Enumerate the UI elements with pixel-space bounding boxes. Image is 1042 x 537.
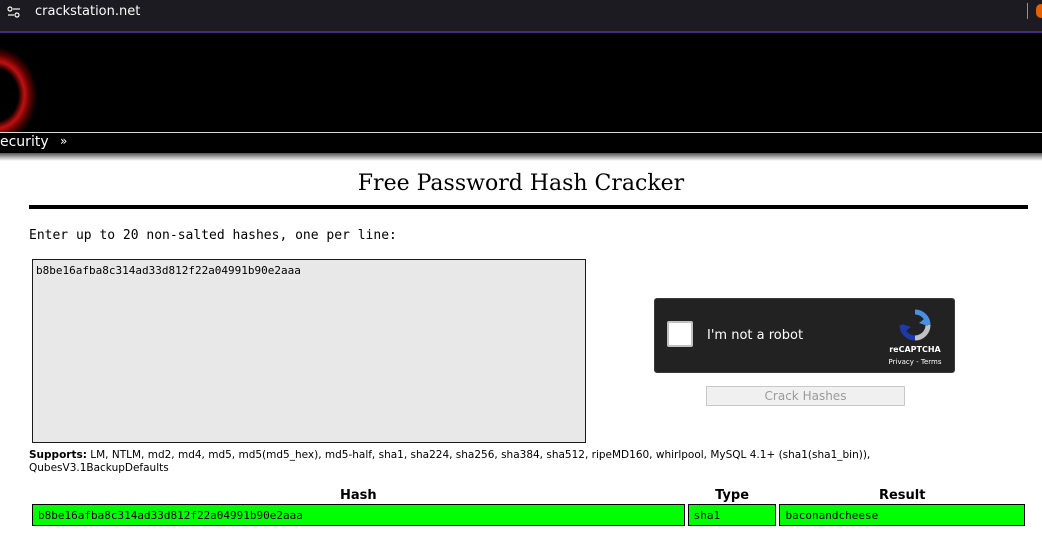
recaptcha-label: I'm not a robot xyxy=(707,328,804,343)
results-header-row: Hash Type Result xyxy=(32,488,1025,503)
instructions-text: Enter up to 20 non-salted hashes, one pe… xyxy=(29,228,397,243)
tune-icon[interactable] xyxy=(6,4,22,20)
result-cell: baconandcheese xyxy=(779,504,1025,526)
nav-item-security[interactable]: ecurity xyxy=(0,134,49,150)
nav-shadow xyxy=(0,153,1042,161)
url-text[interactable]: crackstation.net xyxy=(35,4,140,19)
supports-label: Supports: xyxy=(29,449,87,461)
recaptcha-widget: I'm not a robot reCAPTCHA Privacy - Term… xyxy=(654,298,955,373)
type-cell: sha1 xyxy=(687,504,777,526)
supported-hash-types: Supports: LM, NTLM, md2, md4, md5, md5(m… xyxy=(29,449,989,475)
page-title: Free Password Hash Cracker xyxy=(357,171,685,196)
site-banner xyxy=(0,33,1042,132)
title-divider xyxy=(29,205,1028,209)
firefox-extension-icon[interactable] xyxy=(1036,4,1042,18)
banner-graphic xyxy=(0,47,37,132)
recaptcha-brand: reCAPTCHA xyxy=(889,345,941,354)
hash-cell: b8be16afba8c314ad33d812f22a04991b90e2aaa xyxy=(32,504,685,526)
browser-url-bar: crackstation.net xyxy=(0,0,1042,33)
toolbar-divider xyxy=(1027,3,1028,19)
table-row: b8be16afba8c314ad33d812f22a04991b90e2aaa… xyxy=(32,504,1025,526)
crack-hashes-button[interactable]: Crack Hashes xyxy=(706,386,905,406)
recaptcha-checkbox[interactable] xyxy=(667,321,693,347)
result-column-header: Result xyxy=(878,488,926,503)
hash-column-header: Hash xyxy=(340,488,377,503)
chevron-down-icon[interactable]: » xyxy=(60,134,67,148)
results-table: Hash Type Result b8be16afba8c314ad33d812… xyxy=(29,487,1028,527)
recaptcha-logo-icon xyxy=(899,309,931,341)
recaptcha-privacy-terms[interactable]: Privacy - Terms xyxy=(877,358,953,366)
hash-input[interactable]: b8be16afba8c314ad33d812f22a04991b90e2aaa xyxy=(32,259,586,443)
nav-bar: ecurity » xyxy=(0,132,1042,154)
supports-list: LM, NTLM, md2, md4, md5, md5(md5_hex), m… xyxy=(29,449,871,474)
type-column-header: Type xyxy=(715,488,750,503)
